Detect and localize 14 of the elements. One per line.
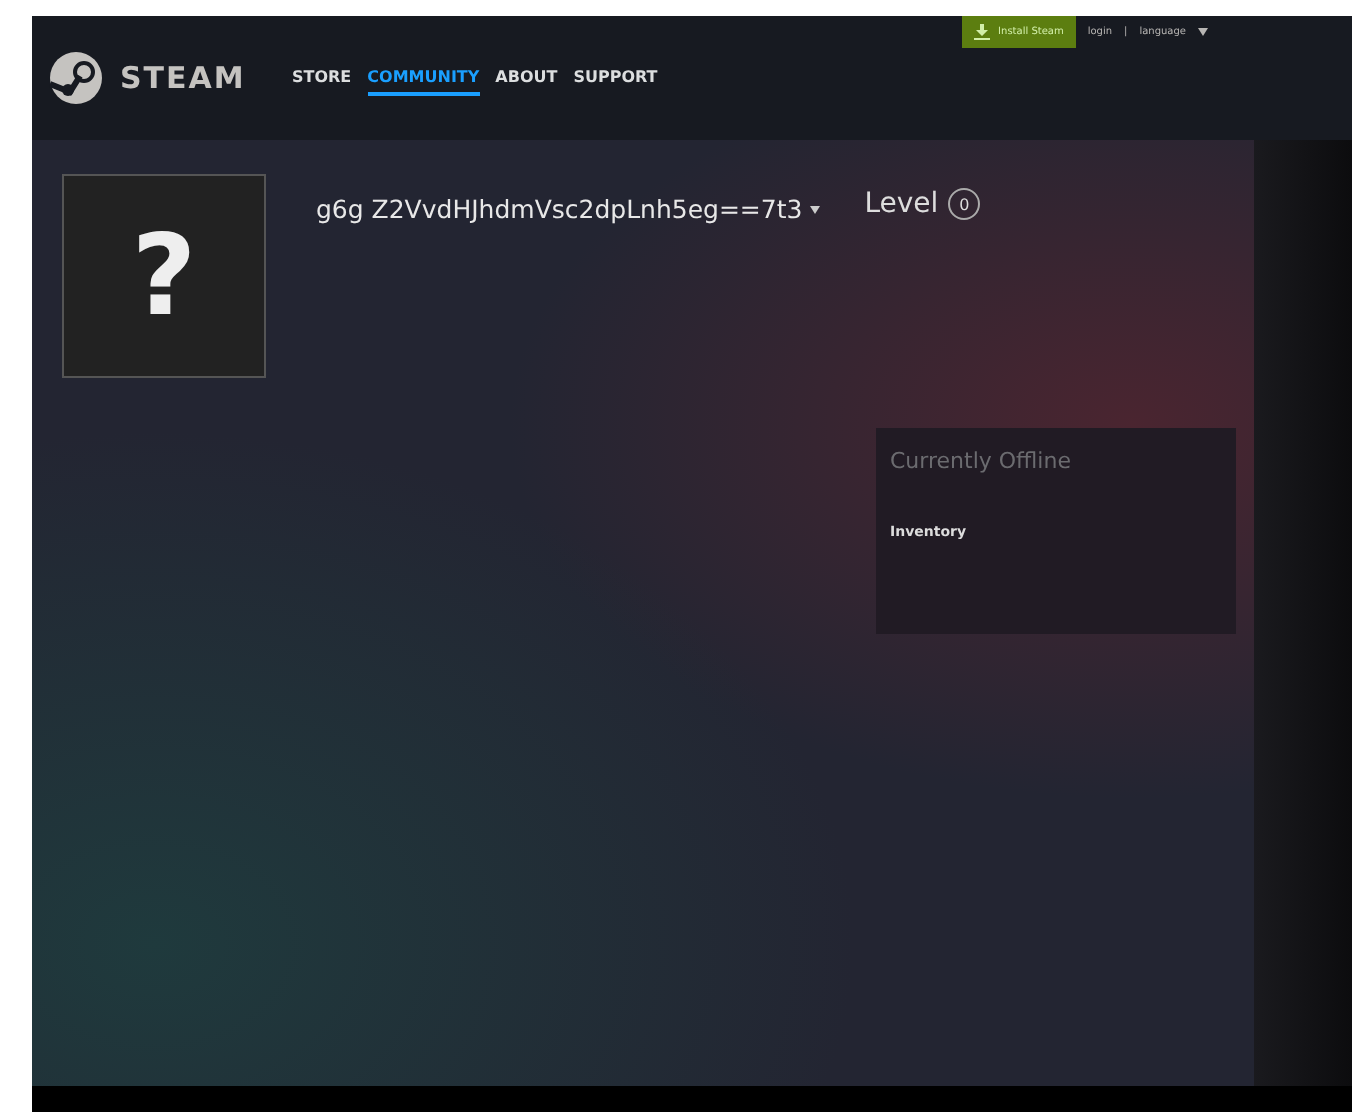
caret-icon[interactable]: [810, 205, 821, 213]
level-badge: 0: [948, 188, 981, 220]
steam-logo-text: STEAM: [120, 60, 246, 96]
steam-logo-icon: [48, 50, 104, 106]
profile-name: g6g Z2VvdHJhdmVsc2dpLnh5eg==7t3: [316, 194, 803, 224]
status-text: Currently Offline: [890, 448, 1073, 474]
nav-tab[interactable]: COMMUNITY: [367, 61, 480, 95]
level-label: Level: [864, 188, 939, 220]
nav-tab[interactable]: ABOUT: [495, 61, 558, 95]
nav-tab[interactable]: STORE: [292, 61, 352, 95]
download-icon: [974, 24, 991, 40]
question-mark: ?: [131, 211, 197, 341]
caret-icon[interactable]: [1198, 28, 1208, 36]
nav-tab[interactable]: SUPPORT: [573, 61, 658, 95]
